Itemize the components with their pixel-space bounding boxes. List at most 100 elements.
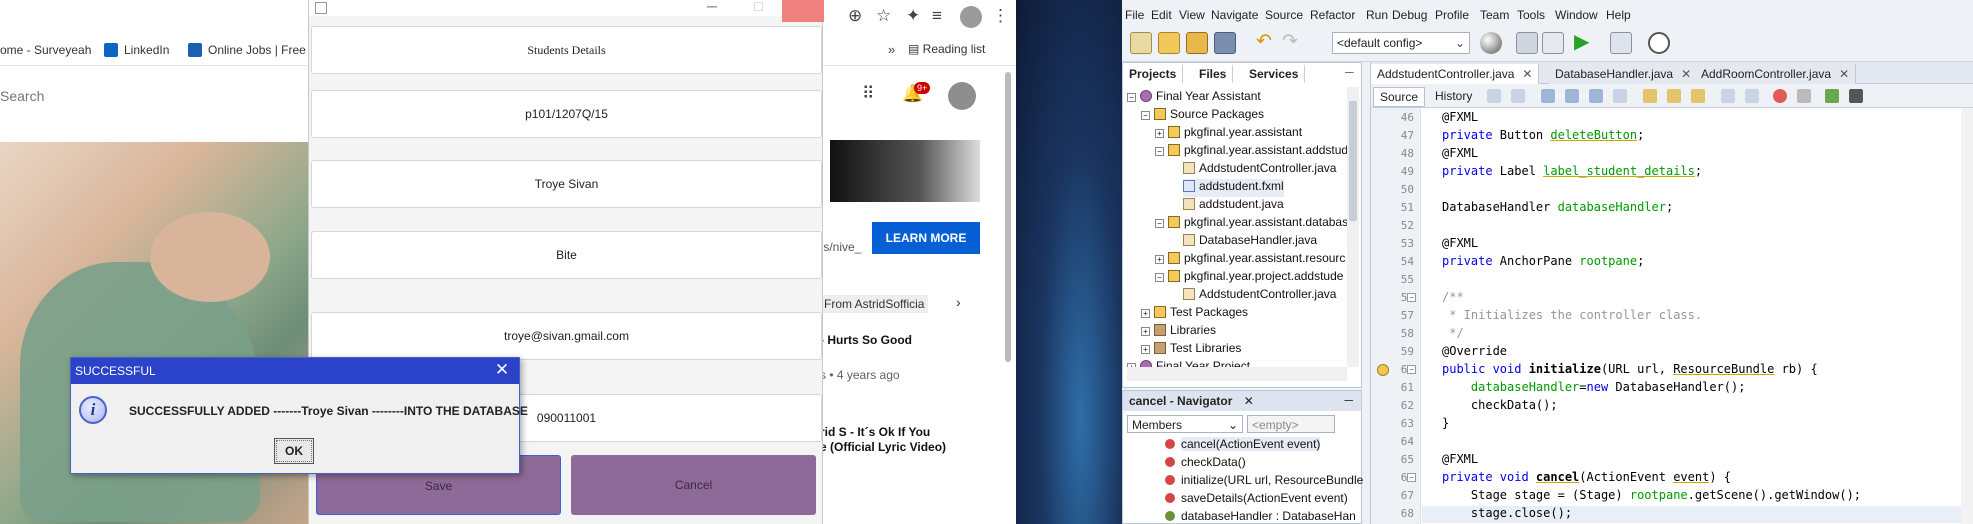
record-macro-icon[interactable] (1773, 89, 1787, 103)
config-select[interactable]: <default config> ⌄ (1332, 32, 1470, 54)
source-mode-button[interactable]: Source (1373, 87, 1426, 107)
tree-item[interactable]: − pkgfinal.year.project.addstude (1155, 269, 1343, 287)
menu-refactor[interactable]: Refactor (1310, 8, 1355, 22)
media-icon[interactable]: ≡ (932, 6, 942, 26)
minimize-panel-icon[interactable]: ─ (1345, 65, 1354, 79)
extensions-icon[interactable]: ✦ (906, 6, 920, 26)
menu-profile[interactable]: Profile (1435, 8, 1469, 22)
tree-item[interactable]: − pkgfinal.year.assistant.databas (1155, 215, 1347, 233)
code-line[interactable]: checkData(); (1442, 398, 1558, 412)
code-line[interactable]: private Button deleteButton; (1442, 128, 1644, 142)
run-icon[interactable]: ▶ (1574, 29, 1596, 53)
tree-item[interactable]: + Libraries (1141, 323, 1216, 341)
clean-build-icon[interactable] (1542, 32, 1564, 54)
tree-item[interactable]: + Test Packages (1141, 305, 1248, 323)
collapse-icon[interactable]: − (1127, 93, 1136, 102)
editor-scrollbar[interactable] (1961, 108, 1973, 524)
code-line[interactable]: Stage stage = (Stage) rootpane.getScene(… (1442, 488, 1861, 502)
navigator-item[interactable]: saveDetails(ActionEvent event) (1165, 491, 1348, 505)
open-project-icon[interactable] (1186, 32, 1208, 54)
code-line[interactable]: private void cancel(ActionEvent event) { (1442, 470, 1731, 484)
close-icon[interactable]: ✕ (1244, 394, 1254, 408)
video-title[interactable]: - Hurts So Good (820, 333, 912, 347)
menu-tools[interactable]: Tools (1517, 8, 1545, 22)
tree-item[interactable]: AddstudentController.java (1183, 161, 1336, 179)
collapse-icon[interactable]: − (1155, 219, 1164, 228)
code-line[interactable]: @FXML (1442, 236, 1478, 250)
tab-addroomcontroller[interactable]: AddRoomController.java ✕ (1695, 64, 1857, 84)
youtube-avatar[interactable] (948, 82, 976, 110)
menu-window[interactable]: Window (1555, 8, 1598, 22)
find-icon[interactable] (1541, 89, 1555, 103)
minimize-panel-icon[interactable]: ─ (1344, 393, 1353, 407)
fold-icon[interactable]: − (1407, 293, 1416, 302)
code-line[interactable]: DatabaseHandler databaseHandler; (1442, 200, 1673, 214)
code-line[interactable]: /** (1442, 290, 1464, 304)
menu-run[interactable]: Run (1366, 8, 1388, 22)
search-input[interactable]: Search (0, 82, 310, 112)
video-title[interactable]: rid S - It´s Ok If You (820, 425, 930, 439)
ad-image[interactable] (830, 140, 980, 202)
undo-icon[interactable]: ↶ (1256, 30, 1278, 52)
collapse-icon[interactable]: − (1155, 147, 1164, 156)
expand-icon[interactable]: + (1155, 129, 1164, 138)
channel-chip[interactable]: From AstridSofficia (820, 295, 929, 313)
debug-icon[interactable] (1610, 32, 1632, 54)
back-icon[interactable] (1511, 89, 1525, 103)
last-edit-icon[interactable] (1487, 89, 1501, 103)
bookmark-icon[interactable] (1643, 89, 1657, 103)
override-hint-icon[interactable] (1377, 364, 1389, 376)
prev-bookmark-icon[interactable] (1667, 89, 1681, 103)
new-file-icon[interactable] (1130, 32, 1152, 54)
tree-horizontal-scrollbar[interactable] (1127, 367, 1347, 381)
student-id-field[interactable]: p101/1207Q/15 (311, 90, 822, 138)
fold-icon[interactable]: − (1407, 473, 1416, 482)
expand-icon[interactable]: + (1155, 255, 1164, 264)
student-course-field[interactable]: Bite (311, 231, 822, 279)
find-previous-icon[interactable] (1565, 89, 1579, 103)
bookmark-linkedin[interactable]: LinkedIn (104, 43, 169, 57)
student-name-field[interactable]: Troye Sivan (311, 160, 822, 208)
menu-view[interactable]: View (1179, 8, 1205, 22)
next-bookmark-icon[interactable] (1691, 89, 1705, 103)
code-line[interactable]: private Label label_student_details; (1442, 164, 1702, 178)
browser-scrollbar[interactable] (1005, 72, 1011, 362)
tab-databasehandler[interactable]: DatabaseHandler.java ✕ (1549, 64, 1699, 84)
shift-right-icon[interactable] (1745, 89, 1759, 103)
close-icon[interactable]: ✕ (1681, 67, 1691, 81)
code-line[interactable]: public void initialize(URL url, Resource… (1442, 362, 1818, 376)
navigator-item[interactable]: cancel(ActionEvent event) (1165, 437, 1321, 451)
menu-debug[interactable]: Debug (1392, 8, 1427, 22)
tree-item[interactable]: AddstudentController.java (1183, 287, 1336, 305)
save-all-icon[interactable] (1214, 32, 1236, 54)
tree-item-selected[interactable]: addstudent.fxml (1183, 179, 1284, 197)
history-mode-button[interactable]: History (1429, 87, 1478, 105)
build-icon[interactable] (1516, 32, 1538, 54)
find-next-icon[interactable] (1589, 89, 1603, 103)
expand-icon[interactable]: + (1141, 345, 1150, 354)
navigator-item[interactable]: initialize(URL url, ResourceBundle (1165, 473, 1363, 487)
close-icon[interactable]: ✕ (1839, 67, 1849, 81)
collapse-icon[interactable]: − (1141, 111, 1150, 120)
menu-help[interactable]: Help (1606, 8, 1631, 22)
navigator-item[interactable]: checkData() (1165, 455, 1246, 469)
code-line[interactable]: private AnchorPane rootpane; (1442, 254, 1644, 268)
tab-projects[interactable]: Projects (1123, 65, 1184, 83)
tab-files[interactable]: Files (1193, 65, 1234, 83)
chevron-more-icon[interactable]: » (888, 42, 895, 57)
profile-avatar[interactable] (960, 6, 982, 28)
star-icon[interactable]: ☆ (876, 6, 891, 26)
bookmark-surveyeah[interactable]: ome - Surveyeah (0, 43, 91, 57)
close-icon[interactable]: ✕ (491, 360, 513, 380)
zoom-icon[interactable]: ⊕ (848, 6, 862, 26)
shift-left-icon[interactable] (1721, 89, 1735, 103)
navigator-item[interactable]: databaseHandler : DatabaseHan (1165, 509, 1356, 523)
code-line[interactable]: @FXML (1442, 146, 1478, 160)
code-line[interactable]: @Override (1442, 344, 1507, 358)
chevron-right-icon[interactable]: › (956, 294, 961, 310)
close-button[interactable] (782, 0, 824, 22)
collapse-icon[interactable]: − (1155, 273, 1164, 282)
code-line[interactable]: stage.close(); (1442, 506, 1572, 520)
learn-more-button[interactable]: LEARN MORE (872, 222, 980, 254)
navigator-filter-select[interactable]: <empty> (1247, 415, 1335, 433)
